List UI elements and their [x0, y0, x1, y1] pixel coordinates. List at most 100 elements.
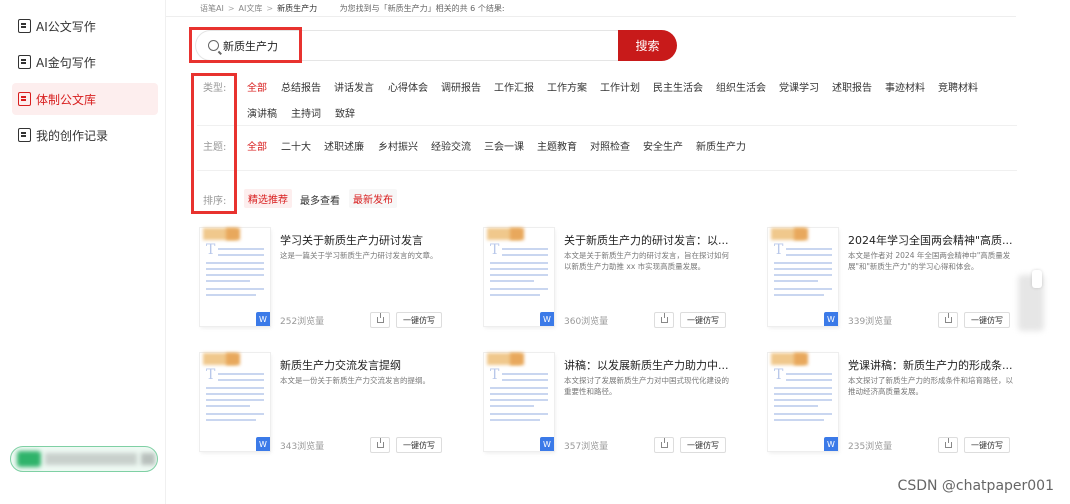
- filter-type-option[interactable]: 全部: [247, 79, 267, 94]
- user-account-bar[interactable]: [10, 446, 158, 472]
- filter-type-option[interactable]: 工作汇报: [494, 79, 534, 94]
- filter-type-option[interactable]: 致辞: [335, 105, 355, 120]
- filter-type-option[interactable]: 心得体会: [388, 79, 428, 94]
- sort-option-latest[interactable]: 最新发布: [349, 189, 397, 208]
- breadcrumb: 语笔AI > AI文库 > 新质生产力 为您找到与「新质生产力」相关的共 6 个结果:: [200, 4, 505, 13]
- card-title[interactable]: 学习关于新质生产力研讨发言: [280, 232, 450, 248]
- floating-side-tab[interactable]: [1032, 270, 1042, 288]
- card-title[interactable]: 党课讲稿：新质生产力的形成条...: [848, 357, 1018, 373]
- sidebar-item-my-records[interactable]: 我的创作记录: [12, 119, 158, 151]
- thumbnail-letter: T: [774, 367, 784, 383]
- card-view-count: 339浏览量: [848, 317, 893, 327]
- download-button[interactable]: [370, 437, 390, 453]
- card-description: 本文探讨了发展新质生产力对中国式现代化建设的重要性和路径。: [564, 376, 729, 396]
- filter-type-option[interactable]: 演讲稿: [247, 105, 277, 120]
- sidebar-item-ai-document-writing[interactable]: AI公文写作: [12, 10, 158, 42]
- filter-topic-option[interactable]: 对照检查: [590, 138, 630, 153]
- sidebar-item-ai-quote-writing[interactable]: AI金句写作: [12, 46, 158, 78]
- annotation-highlight-box: [191, 73, 237, 214]
- filter-topic-option[interactable]: 安全生产: [643, 138, 683, 153]
- word-doc-icon: W: [824, 437, 838, 451]
- document-thumbnail: T W: [200, 228, 270, 326]
- document-card[interactable]: T W 关于新质生产力的研讨发言：以... 本文是关于新质生产力的研讨发言，旨在…: [484, 228, 734, 338]
- sidebar-item-label: 体制公文库: [36, 92, 97, 107]
- card-title[interactable]: 讲稿：以发展新质生产力助力中...: [564, 357, 734, 373]
- card-description: 这是一篇关于学习新质生产力研讨发言的文章。: [280, 251, 438, 260]
- filter-type-option[interactable]: 组织生活会: [716, 79, 766, 94]
- thumbnail-letter: T: [206, 367, 216, 383]
- imitate-write-button[interactable]: 一键仿写: [396, 437, 442, 453]
- breadcrumb-item[interactable]: AI文库: [239, 4, 263, 13]
- filter-type-option[interactable]: 讲话发言: [334, 79, 374, 94]
- document-card[interactable]: T W 新质生产力交流发言提纲 本文是一份关于新质生产力交流发言的提纲。 343…: [200, 353, 450, 463]
- filter-type-option[interactable]: 党课学习: [779, 79, 819, 94]
- card-view-count: 343浏览量: [280, 442, 325, 452]
- sidebar: AI公文写作 AI金句写作 体制公文库 我的创作记录: [0, 0, 166, 504]
- sidebar-item-label: 我的创作记录: [36, 128, 109, 143]
- document-card[interactable]: T W 党课讲稿：新质生产力的形成条... 本文探讨了新质生产力的形成条件和培育…: [768, 353, 1018, 463]
- document-card[interactable]: T W 2024年学习全国两会精神"高质... 本文是作者对 2024 年全国两…: [768, 228, 1018, 338]
- card-description: 本文探讨了新质生产力的形成条件和培育路径，以推动经济高质量发展。: [848, 376, 1013, 396]
- filter-type-option[interactable]: 事迹材料: [885, 79, 925, 94]
- card-view-count: 235浏览量: [848, 442, 893, 452]
- download-icon: [376, 438, 384, 448]
- filter-topic-option[interactable]: 新质生产力: [696, 138, 746, 153]
- document-card[interactable]: T W 学习关于新质生产力研讨发言 这是一篇关于学习新质生产力研讨发言的文章。 …: [200, 228, 450, 338]
- filter-topic-option[interactable]: 三会一课: [484, 138, 524, 153]
- sidebar-item-label: AI金句写作: [36, 55, 96, 70]
- filter-topic-option[interactable]: 全部: [247, 138, 267, 153]
- card-title[interactable]: 2024年学习全国两会精神"高质...: [848, 232, 1018, 248]
- imitate-write-button[interactable]: 一键仿写: [964, 312, 1010, 328]
- card-title[interactable]: 关于新质生产力的研讨发言：以...: [564, 232, 734, 248]
- filter-topic-option[interactable]: 经验交流: [431, 138, 471, 153]
- filter-type-option[interactable]: 述职报告: [832, 79, 872, 94]
- divider: [197, 170, 1017, 171]
- search-button[interactable]: 搜索: [618, 30, 677, 61]
- imitate-write-button[interactable]: 一键仿写: [964, 437, 1010, 453]
- download-button[interactable]: [938, 312, 958, 328]
- card-title[interactable]: 新质生产力交流发言提纲: [280, 357, 450, 373]
- filter-type-option[interactable]: 竞聘材料: [938, 79, 978, 94]
- card-view-count: 360浏览量: [564, 317, 609, 327]
- word-doc-icon: W: [824, 312, 838, 326]
- filter-type-option[interactable]: 工作方案: [547, 79, 587, 94]
- filter-type-option[interactable]: 工作计划: [600, 79, 640, 94]
- card-description: 本文是关于新质生产力的研讨发言，旨在探讨如何以新质生产力助推 xx 市实现高质量…: [564, 251, 729, 271]
- download-button[interactable]: [654, 312, 674, 328]
- document-icon: [18, 55, 31, 69]
- word-doc-icon: W: [256, 437, 270, 451]
- document-thumbnail: T W: [768, 228, 838, 326]
- download-button[interactable]: [370, 312, 390, 328]
- filter-type-option[interactable]: 民主生活会: [653, 79, 703, 94]
- filter-topic-option[interactable]: 乡村振兴: [378, 138, 418, 153]
- card-view-count: 252浏览量: [280, 317, 325, 327]
- imitate-write-button[interactable]: 一键仿写: [396, 312, 442, 328]
- thumbnail-letter: T: [206, 242, 216, 258]
- download-button[interactable]: [654, 437, 674, 453]
- filter-topic-option[interactable]: 述职述廉: [324, 138, 364, 153]
- history-icon: [18, 128, 31, 142]
- sidebar-item-label: AI公文写作: [36, 19, 96, 34]
- card-description: 本文是一份关于新质生产力交流发言的提纲。: [280, 376, 430, 385]
- filter-topic-option[interactable]: 二十大: [281, 138, 311, 153]
- thumbnail-letter: T: [774, 242, 784, 258]
- sort-option-featured[interactable]: 精选推荐: [244, 189, 292, 208]
- download-icon: [376, 313, 384, 323]
- download-button[interactable]: [938, 437, 958, 453]
- annotation-highlight-box: [189, 27, 302, 63]
- imitate-write-button[interactable]: 一键仿写: [680, 312, 726, 328]
- imitate-write-button[interactable]: 一键仿写: [680, 437, 726, 453]
- thumbnail-letter: T: [490, 242, 500, 258]
- filter-type-option[interactable]: 总结报告: [281, 79, 321, 94]
- document-card[interactable]: T W 讲稿：以发展新质生产力助力中... 本文探讨了发展新质生产力对中国式现代…: [484, 353, 734, 463]
- watermark: CSDN @chatpaper001: [897, 478, 1054, 494]
- thumbnail-letter: T: [490, 367, 500, 383]
- sidebar-item-document-library[interactable]: 体制公文库: [12, 83, 158, 115]
- filter-type-option[interactable]: 调研报告: [441, 79, 481, 94]
- breadcrumb-item[interactable]: 语笔AI: [200, 4, 224, 13]
- download-icon: [660, 438, 668, 448]
- filter-topic-option[interactable]: 主题教育: [537, 138, 577, 153]
- download-icon: [944, 438, 952, 448]
- filter-type-option[interactable]: 主持词: [291, 105, 321, 120]
- sort-option-most-viewed[interactable]: 最多查看: [300, 192, 340, 207]
